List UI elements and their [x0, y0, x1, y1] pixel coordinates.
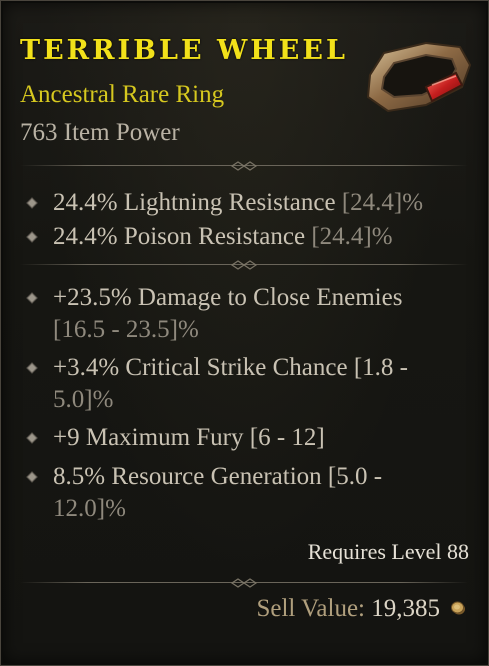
- sell-amount: 19,385: [371, 595, 440, 622]
- bullet-icon: [26, 292, 38, 304]
- level-requirement: Requires Level 88: [307, 539, 469, 564]
- bullet-icon: [26, 471, 38, 483]
- bullet-icon: [26, 197, 38, 209]
- affix: +9 Maximum Fury [6 - 12]: [53, 424, 325, 451]
- item-name: Terrible Wheel: [20, 35, 348, 66]
- item-power: 763 Item Power: [20, 119, 180, 146]
- implicit-affix: 24.4% Lightning Resistance [24.4]%: [53, 189, 424, 216]
- item-tooltip: Terrible Wheel Ancestral Rare Ring 763 I…: [0, 0, 489, 666]
- sell-value: Sell Value: 19,385: [256, 595, 440, 623]
- sell-label: Sell Value:: [256, 595, 365, 622]
- gold-coin-icon: [451, 601, 465, 615]
- section-divider: [20, 577, 468, 589]
- implicit-affix: 24.4% Poison Resistance [24.4]%: [53, 223, 393, 250]
- section-divider: [20, 259, 468, 271]
- affix: +23.5% Damage to Close Enemies [16.5 - 2…: [53, 284, 403, 343]
- affix: 8.5% Resource Generation [5.0 - 12.0]%: [53, 463, 383, 522]
- bullet-icon: [26, 432, 38, 444]
- ring-icon: [366, 41, 472, 113]
- item-type: Ancestral Rare Ring: [20, 81, 225, 108]
- bullet-icon: [26, 231, 38, 243]
- bullet-icon: [26, 362, 38, 374]
- section-divider: [20, 160, 468, 172]
- affix: +3.4% Critical Strike Chance [1.8 - 5.0]…: [53, 354, 408, 413]
